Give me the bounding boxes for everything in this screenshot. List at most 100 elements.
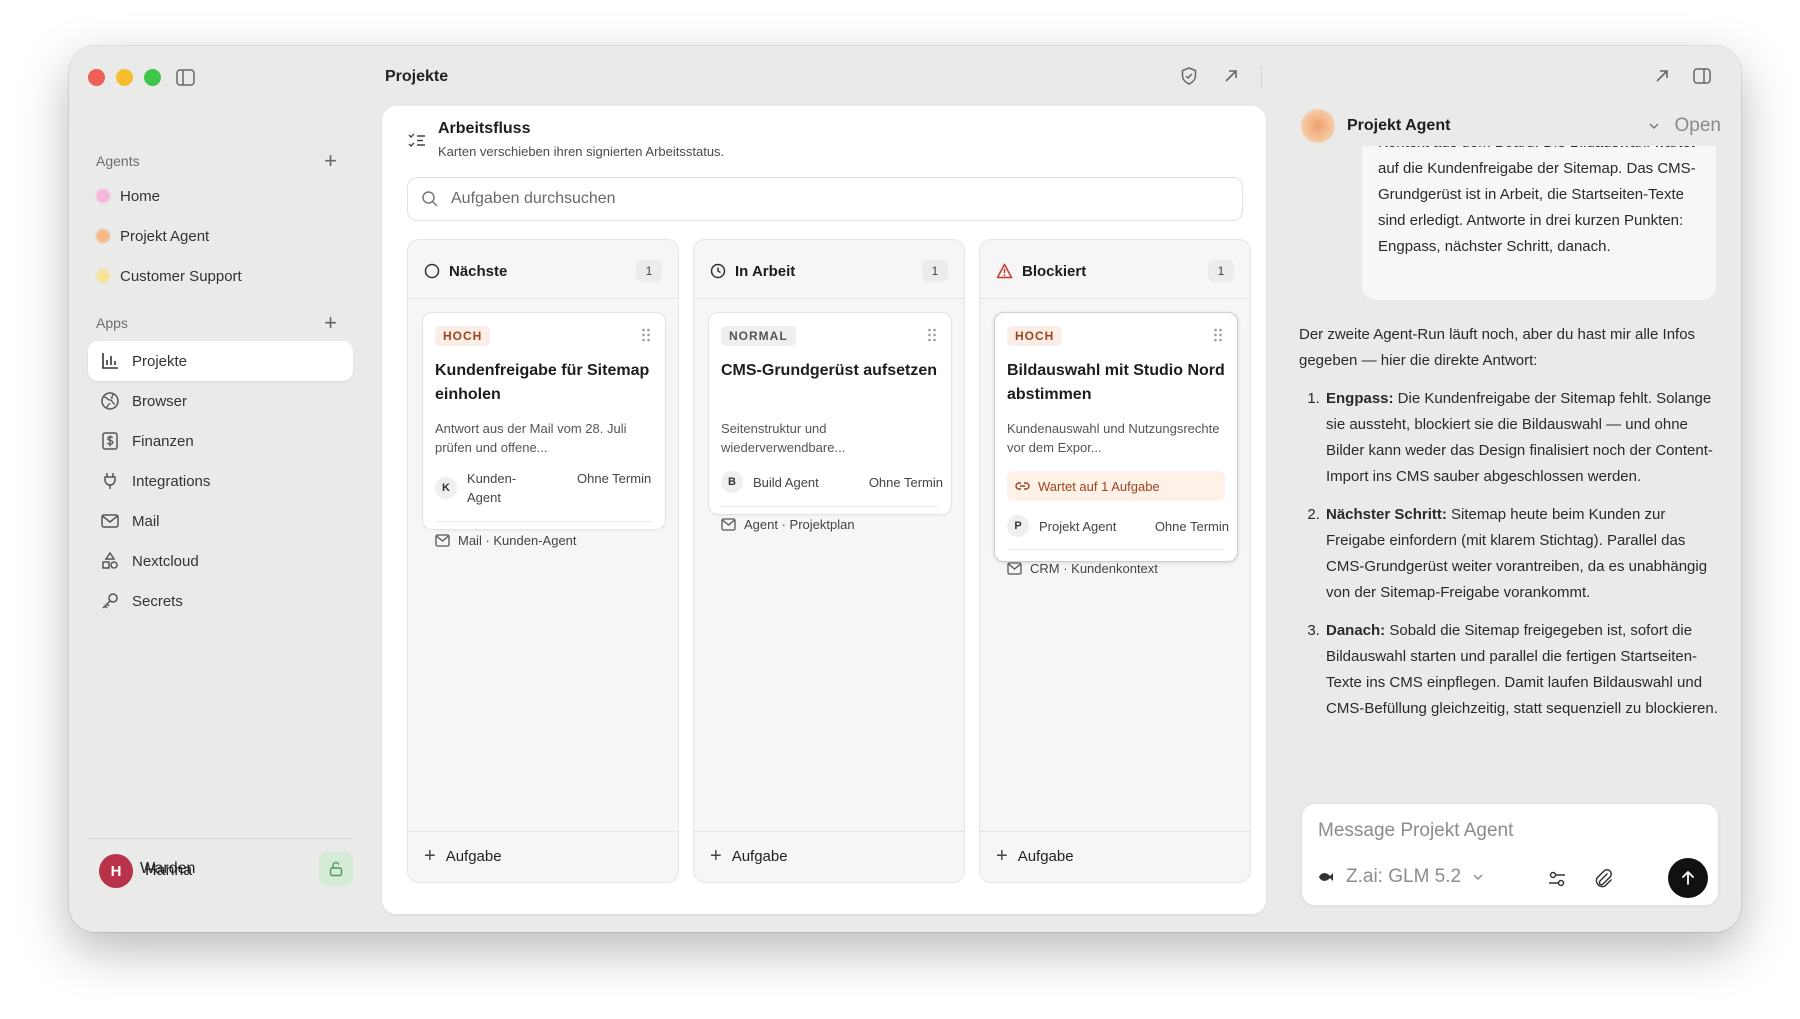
sidebar-item-secrets[interactable]: Secrets	[88, 581, 353, 621]
list-item: Nächster Schritt: Sitemap heute beim Kun…	[1324, 502, 1724, 606]
agents-section-header: Agents +	[96, 150, 337, 172]
checklist-icon	[408, 133, 425, 147]
task-card[interactable]: HOCH Kundenfreigabe für Sitemap einholen…	[422, 312, 666, 548]
priority-badge: NORMAL	[721, 326, 796, 346]
minimize-window-button[interactable]	[116, 69, 133, 86]
chat-agent-name[interactable]: Projekt Agent	[1347, 117, 1450, 135]
sidebar-item-integrations[interactable]: Integrations	[88, 461, 353, 501]
apps-section-header: Apps +	[96, 312, 337, 334]
dependency-badge[interactable]: Wartet auf 1 Aufgabe	[1007, 471, 1225, 501]
task-search[interactable]	[407, 177, 1243, 221]
sidebar-item-label: Mail	[132, 512, 160, 530]
column-naechste: Nächste 1 HOCH Kundenfreigabe für Sitema…	[407, 239, 679, 883]
task-card[interactable]: NORMAL CMS-Grundgerüst aufsetzen Seitens…	[708, 312, 952, 532]
model-selector[interactable]: Z.ai: GLM 5.2	[1318, 866, 1485, 888]
sidebar-item-browser[interactable]: Browser	[88, 381, 353, 421]
column-divider	[694, 298, 964, 299]
sidebar-item-finanzen[interactable]: Finanzen	[88, 421, 353, 461]
drag-handle-icon[interactable]	[927, 328, 937, 342]
model-logo-icon	[1319, 873, 1333, 881]
plus-icon: +	[710, 845, 722, 867]
source-label: Agent · Projektplan	[744, 517, 855, 532]
chevron-down-icon[interactable]	[1647, 119, 1661, 133]
source-label: Mail · Kunden-Agent	[458, 533, 577, 548]
plug-icon	[104, 473, 116, 489]
task-meta: B Build Agent Ohne Termin	[721, 471, 943, 493]
close-window-button[interactable]	[88, 69, 105, 86]
reply-point-label: Danach:	[1326, 622, 1386, 639]
agent-label: Customer Support	[120, 267, 242, 285]
chat-header: Projekt Agent Open	[1301, 106, 1721, 146]
open-external-icon[interactable]	[1221, 66, 1241, 86]
reply-list: Engpass: Die Kundenfreigabe der Sitemap …	[1299, 386, 1724, 722]
page-title: Projekte	[385, 68, 449, 85]
add-task-button[interactable]: + Aufgabe	[996, 846, 1074, 866]
add-task-button[interactable]: + Aufgabe	[424, 846, 502, 866]
reply-point-label: Nächster Schritt:	[1326, 506, 1447, 523]
task-card[interactable]: HOCH Bildauswahl mit Studio Nord abstimm…	[994, 312, 1238, 576]
due-date: Ohne Termin	[577, 471, 652, 486]
priority-badge: HOCH	[1007, 326, 1063, 346]
sidebar-item-mail[interactable]: Mail	[88, 501, 353, 541]
add-task-button[interactable]: + Aufgabe	[710, 846, 788, 866]
due-date: Ohne Termin	[1154, 518, 1229, 534]
column-count-badge: 1	[922, 260, 948, 282]
search-input[interactable]	[451, 190, 1211, 208]
shield-check-icon[interactable]	[1179, 66, 1199, 86]
sidebar-agent-projekt[interactable]: Projekt Agent	[96, 223, 209, 249]
shapes-icon	[102, 551, 118, 569]
user-message-bubble: Kontext aus dem Board: Die Bildauswahl w…	[1362, 146, 1716, 300]
zoom-window-button[interactable]	[144, 69, 161, 86]
due-date: Ohne Termin	[868, 474, 943, 490]
add-app-button[interactable]: +	[324, 312, 337, 334]
column-blockiert: Blockiert 1 HOCH Bildauswahl mit Studio …	[979, 239, 1251, 883]
sidebar-item-label: Finanzen	[132, 432, 194, 450]
sidebar-item-label: Browser	[132, 392, 188, 410]
sidebar-item-projekte[interactable]: Projekte	[88, 341, 353, 381]
assignee-avatar: K	[435, 477, 457, 499]
column-header: Nächste 1	[424, 260, 662, 282]
mail-icon	[101, 514, 119, 528]
column-footer-divider	[980, 831, 1250, 832]
message-composer: Z.ai: GLM 5.2	[1301, 803, 1719, 906]
board-title: Arbeitsfluss	[438, 120, 531, 137]
open-external-icon[interactable]	[1652, 66, 1672, 86]
sidebar-toggle-icon[interactable]	[176, 69, 195, 86]
drag-handle-icon[interactable]	[1213, 328, 1223, 342]
reply-intro: Der zweite Agent-Run läuft noch, aber du…	[1299, 326, 1696, 369]
attach-icon[interactable]	[1592, 868, 1614, 890]
open-button[interactable]: Open	[1675, 115, 1721, 137]
column-count-badge: 1	[636, 260, 662, 282]
sidebar-agent-home[interactable]: Home	[96, 183, 160, 209]
panel-toggle-icon[interactable]	[1692, 66, 1712, 86]
settings-sliders-icon[interactable]	[1546, 868, 1568, 890]
mail-icon	[435, 534, 450, 547]
board-panel: Arbeitsfluss Karten verschieben ihren si…	[382, 106, 1266, 914]
send-button[interactable]	[1668, 858, 1708, 898]
globe-icon	[101, 392, 119, 410]
assignee-avatar: B	[721, 471, 743, 493]
dependency-label: Wartet auf 1 Aufgabe	[1038, 478, 1160, 494]
column-divider	[408, 298, 678, 299]
apps-header-label: Apps	[96, 315, 128, 331]
source-label: CRM · Kundenkontext	[1030, 561, 1158, 576]
sidebar-item-label: Projekte	[132, 352, 188, 370]
column-footer-divider	[694, 831, 964, 832]
sidebar-item-label: Secrets	[132, 592, 183, 610]
reply-point-text: Sobald die Sitemap freigegeben ist, sofo…	[1326, 622, 1718, 717]
sidebar-item-label: Integrations	[132, 472, 211, 490]
add-agent-button[interactable]: +	[324, 150, 337, 172]
column-header: Blockiert 1	[996, 260, 1234, 282]
user-profile[interactable]: H Hanna	[99, 854, 192, 888]
message-input[interactable]	[1318, 820, 1698, 848]
drag-handle-icon[interactable]	[641, 328, 651, 342]
sidebar-agent-customer-support[interactable]: Customer Support	[96, 263, 242, 289]
sidebar-item-nextcloud[interactable]: Nextcloud	[88, 541, 353, 581]
mail-icon	[1007, 562, 1022, 575]
task-source: CRM · Kundenkontext	[1007, 561, 1158, 576]
add-task-label: Aufgabe	[731, 847, 788, 865]
warden-lock-button[interactable]	[319, 852, 353, 886]
arrow-up-icon	[1682, 870, 1694, 885]
warning-icon	[996, 263, 1013, 279]
task-title: Bildauswahl mit Studio Nord abstimmen	[1007, 362, 1225, 403]
